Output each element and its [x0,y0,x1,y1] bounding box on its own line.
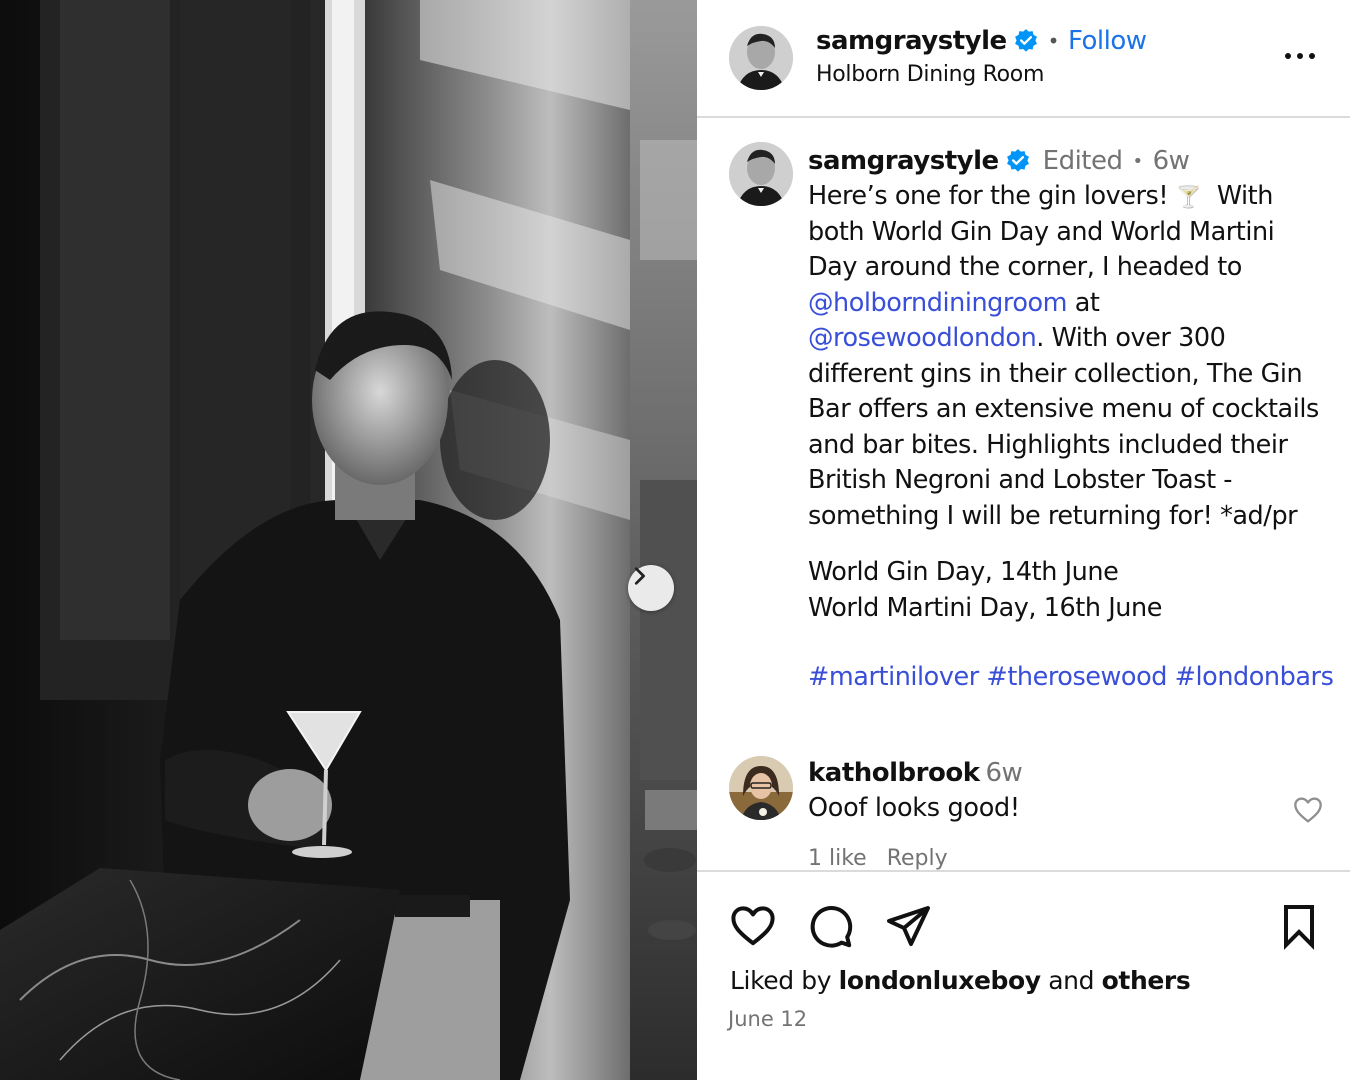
caption-line-text: at [1067,287,1100,318]
avatar-image [729,142,793,206]
comment-meta: 1 like Reply [808,846,968,870]
caption-line-text: With [1201,181,1274,211]
caption-line: @holborndiningroom at [808,286,1338,322]
post-photo[interactable] [0,0,697,1080]
caption-line: World Martini Day, 16th June [808,592,1162,623]
caption-line: Here’s one for the gin lovers! 🍸 With [808,179,1338,215]
comment-like-count[interactable]: 1 like [808,846,867,870]
bookmark-save-icon[interactable] [1275,902,1323,950]
comments-scroll-area[interactable]: samgraystyle Edited • 6w Here’s one for … [697,120,1350,870]
verified-badge-icon [1006,149,1029,172]
caption-line: World Gin Day, 14th June [808,557,1119,587]
comment-age[interactable]: 6w [986,758,1023,788]
hashtag-link[interactable]: #martinilover [808,662,979,692]
caption-line-text: Here’s one for the gin lovers! [808,181,1176,211]
caption-line: @rosewoodlondon. With over 300 [808,321,1338,357]
comment-author-row: katholbrook 6w [808,758,1023,788]
hashtag-link[interactable]: #londonbars [1175,662,1334,692]
comment-username[interactable]: katholbrook [808,758,980,788]
caption-line: and bar bites. Highlights included their [808,429,1288,460]
avatar-image [729,756,793,820]
liked-prefix: Liked by [730,966,839,995]
likes-summary: Liked by londonluxeboy and others [730,966,1191,995]
avatar-image [729,26,793,90]
caption-username[interactable]: samgraystyle [808,146,999,176]
caption-line: both World Gin Day and World Martini [808,216,1275,247]
comment-text: Ooof looks good! [808,793,1020,823]
chevron-right-icon [634,567,645,585]
more-horizontal-icon[interactable] [1281,44,1319,68]
post-actions: Liked by londonluxeboy and others June 1… [697,870,1350,1080]
liked-others-link[interactable]: others [1102,966,1191,995]
follow-button[interactable]: Follow [1068,26,1147,56]
caption-line: something I will be returning for! *ad/p… [808,500,1298,531]
caption-text: Here’s one for the gin lovers! 🍸 With bo… [808,179,1338,696]
share-paper-plane-icon[interactable] [884,902,932,950]
author-avatar[interactable] [729,26,793,90]
post-location[interactable]: Holborn Dining Room [816,62,1044,87]
liked-by-user[interactable]: londonluxeboy [839,966,1041,995]
post-date[interactable]: June 12 [728,1007,807,1031]
like-heart-icon[interactable] [729,902,777,950]
reply-button[interactable]: Reply [887,846,948,870]
next-photo-button[interactable] [628,565,674,611]
post-details-pane: samgraystyle • Follow Holborn Dining Roo… [697,0,1350,1080]
caption-line: Bar offers an extensive menu of cocktail… [808,394,1319,424]
edited-label: Edited [1042,146,1123,176]
separator-dot: • [1132,150,1144,172]
comment-like-heart-icon[interactable] [1291,794,1325,826]
martini-emoji-icon: 🍸 [1175,185,1202,209]
caption-line: different gins in their collection, The … [808,358,1303,389]
caption-line: Day around the corner, I headed to [808,252,1242,282]
mention-link[interactable]: @holborndiningroom [808,288,1068,318]
caption-line: British Negroni and Lobster Toast - [808,465,1233,495]
hashtag-row: #martinilover #therosewood #londonbars [808,660,1338,696]
post-header: samgraystyle • Follow Holborn Dining Roo… [697,0,1350,118]
caption-author-avatar[interactable] [729,142,793,206]
author-name-row: samgraystyle • Follow [816,26,1147,56]
caption-line-text: . With over 300 [1036,323,1226,353]
mention-link[interactable]: @rosewoodlondon [808,323,1037,353]
author-username[interactable]: samgraystyle [816,26,1007,56]
caption-header: samgraystyle Edited • 6w [808,146,1190,176]
comment-bubble-icon[interactable] [806,902,854,950]
commenter-avatar[interactable] [729,756,793,820]
hashtag-link[interactable]: #therosewood [986,662,1167,692]
liked-mid: and [1040,966,1102,995]
verified-badge-icon [1014,29,1037,52]
separator-dot: • [1047,29,1060,53]
caption-age[interactable]: 6w [1153,146,1190,176]
photo-illustration [0,0,697,1080]
